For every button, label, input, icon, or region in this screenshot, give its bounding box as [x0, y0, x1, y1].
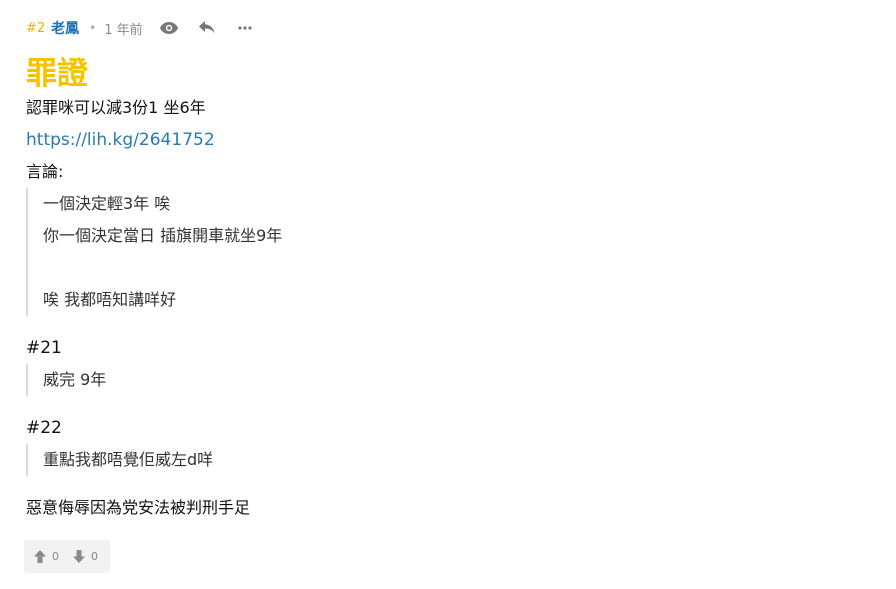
downvote-button[interactable]: 0: [73, 550, 98, 563]
post-title: 罪證: [26, 56, 88, 92]
comment-label: 言論:: [26, 162, 64, 181]
arrow-up-icon: [34, 550, 46, 563]
upvote-button[interactable]: 0: [34, 550, 59, 563]
quote-line: 威完 9年: [43, 370, 107, 389]
more-icon[interactable]: [235, 18, 255, 38]
eye-icon[interactable]: [159, 18, 179, 38]
post-time: 1 年前: [104, 22, 143, 38]
post-meta: #2 老鳳 • 1 年前: [26, 14, 876, 42]
post-number[interactable]: #2: [26, 21, 45, 36]
vote-bar: 0 0: [24, 540, 110, 573]
quote-line: [43, 252, 876, 284]
quote-line: 重點我都唔覺佢威左d咩: [43, 450, 214, 469]
meta-separator: •: [89, 21, 97, 35]
upvote-count: 0: [52, 550, 59, 563]
reply-reference[interactable]: #22: [26, 412, 876, 444]
downvote-count: 0: [91, 550, 98, 563]
post-link[interactable]: https://lih.kg/2641752: [26, 130, 215, 150]
arrow-down-icon: [73, 550, 85, 563]
quote-line: 你一個決定當日 插旗開車就坐9年: [43, 226, 283, 245]
post: #2 老鳳 • 1 年前 罪證 認罪咪可以減3份1 坐6年 https://li…: [26, 14, 876, 524]
blockquote: 一個決定輕3年 唉 你一個決定當日 插旗開車就坐9年 唉 我都唔知講咩好: [26, 188, 876, 316]
quote-line: 唉 我都唔知講咩好: [43, 290, 177, 309]
author-name[interactable]: 老鳳: [51, 18, 79, 38]
reply-icon[interactable]: [197, 18, 217, 38]
reply-reference[interactable]: #21: [26, 332, 876, 364]
closing-line: 惡意侮辱因為党安法被判刑手足: [26, 498, 251, 517]
post-link-line: https://lih.kg/2641752: [26, 124, 876, 156]
blockquote: 威完 9年: [26, 364, 876, 396]
blockquote: 重點我都唔覺佢威左d咩: [26, 444, 876, 476]
post-actions: [159, 18, 255, 38]
post-text-line: 認罪咪可以減3份1 坐6年: [26, 98, 206, 117]
quote-line: 一個決定輕3年 唉: [43, 194, 171, 213]
